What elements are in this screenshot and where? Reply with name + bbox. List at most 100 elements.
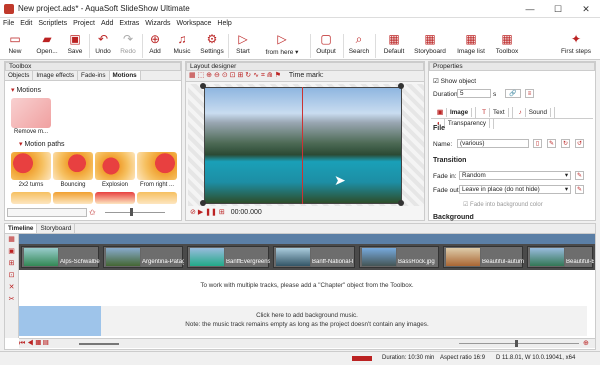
tab-motions[interactable]: Motions xyxy=(109,71,141,80)
undo-button[interactable]: ↶ Undo xyxy=(92,32,114,59)
zoom-in-icon[interactable]: ⊕ xyxy=(206,72,212,79)
section-motion-paths[interactable]: ▾ Motion paths xyxy=(19,140,65,148)
music-button[interactable]: ♫ Music xyxy=(170,32,194,59)
motion-path-tile[interactable] xyxy=(53,152,93,180)
tab-fade-ins[interactable]: Fade-ins xyxy=(78,71,110,80)
fade-out-select[interactable]: Leave in place (do not hide) ▾ xyxy=(459,185,571,194)
tab-sound[interactable]: ♪ Sound xyxy=(513,107,555,118)
duration-link-icon[interactable]: 🔗 xyxy=(505,89,521,98)
settings-button[interactable]: ⚙ Settings xyxy=(198,32,226,59)
fade-in-select[interactable]: Random ▾ xyxy=(459,171,571,180)
menu-wizards[interactable]: Wizards xyxy=(142,18,173,30)
section-motions[interactable]: ▾ Motions xyxy=(11,86,41,94)
motion-path-tile[interactable] xyxy=(53,192,93,204)
layout-storyboard-button[interactable]: ▦ Storyboard xyxy=(410,32,450,59)
show-object-checkbox[interactable]: ☑ xyxy=(433,78,441,85)
save-button[interactable]: ▣ Save xyxy=(64,32,86,59)
track-zoom-icon[interactable]: ⊡ xyxy=(5,270,18,282)
timeline-zoom-slider[interactable] xyxy=(459,343,579,344)
resize-handle[interactable] xyxy=(200,83,206,89)
layout-image-list-button[interactable]: ▦ Image list xyxy=(452,32,490,59)
zoom-page-icon[interactable]: ⊞ xyxy=(237,72,243,79)
motion-path-tile[interactable] xyxy=(11,152,51,180)
rotate-icon[interactable]: ↻ xyxy=(245,72,251,79)
new-button[interactable]: ▭ New xyxy=(4,32,26,59)
zoom-in-icon[interactable]: ⊕ xyxy=(583,339,589,348)
menu-scriptlets[interactable]: Scriptlets xyxy=(35,18,70,30)
select-icon[interactable]: ⬚ xyxy=(198,72,205,79)
fade-bg-checkbox[interactable]: ☑ Fade into background color xyxy=(463,201,543,208)
resize-handle[interactable] xyxy=(398,200,404,206)
grid-icon[interactable]: ▦ xyxy=(189,72,196,79)
start-button[interactable]: ▷ Start xyxy=(232,32,254,59)
open-button[interactable]: ▰ Open... xyxy=(34,32,60,59)
toolbox-search-input[interactable] xyxy=(7,208,87,217)
play-icon[interactable]: ▶ xyxy=(198,209,203,216)
list-view-icon[interactable]: ▤ xyxy=(43,340,49,347)
menu-workspace[interactable]: Workspace xyxy=(174,18,215,30)
timeline-clip[interactable]: BassRock.jpg xyxy=(359,246,439,268)
duration-input[interactable]: 5 xyxy=(457,89,491,98)
track-delete-icon[interactable]: ✕ xyxy=(5,282,18,294)
timeline-zoom-thumb[interactable] xyxy=(515,340,518,347)
minimize-button[interactable]: — xyxy=(516,0,544,18)
timeline-scrollbar[interactable] xyxy=(79,343,119,345)
motion-path-tile[interactable] xyxy=(95,152,135,180)
timeline-clip[interactable]: Beautiful-autum xyxy=(443,246,524,268)
from-here-button[interactable]: ▷ from here ▾ xyxy=(262,32,302,59)
motion-path-tile[interactable] xyxy=(137,192,177,204)
tab-timeline[interactable]: Timeline xyxy=(5,224,38,233)
timeline-clip[interactable]: Alps-Schwalben xyxy=(21,246,100,268)
search-button[interactable]: ⌕ Search xyxy=(347,32,371,59)
tab-objects[interactable]: Objects xyxy=(5,71,34,80)
resize-handle[interactable] xyxy=(200,200,206,206)
resize-handle[interactable] xyxy=(398,83,404,89)
motion-path-tile[interactable] xyxy=(137,152,177,180)
track-chapter-icon[interactable]: ⊞ xyxy=(5,258,18,270)
tab-text[interactable]: T Text xyxy=(476,107,513,118)
prev-icon[interactable]: ◀ xyxy=(27,340,33,347)
tab-image[interactable]: ▣ Image xyxy=(431,107,477,118)
grid-view-icon[interactable]: ▦ xyxy=(35,340,41,347)
edit-icon[interactable]: ✎ xyxy=(547,139,556,148)
close-button[interactable]: ✕ xyxy=(572,0,600,18)
music-hint[interactable]: Click here to add background music. xyxy=(19,312,595,319)
rotate-icon[interactable]: ↺ xyxy=(575,139,584,148)
menu-project[interactable]: Project xyxy=(70,18,98,30)
timeline-clip[interactable]: BanffEvergreens xyxy=(187,246,270,268)
first-steps-button[interactable]: ✦ First steps xyxy=(556,32,596,59)
menu-file[interactable]: File xyxy=(0,18,17,30)
zoom-out-icon[interactable]: ⊖ xyxy=(214,72,220,79)
pause-icon[interactable]: ❚❚ xyxy=(205,209,217,216)
crop-icon[interactable]: ⌗ xyxy=(261,72,265,79)
fade-in-edit-icon[interactable]: ✎ xyxy=(575,171,584,180)
timeline-clip[interactable]: Beautiful-B xyxy=(527,246,594,268)
motion-path-tile[interactable] xyxy=(11,192,51,204)
file-open-icon[interactable]: ▯ xyxy=(533,139,542,148)
maximize-button[interactable]: ☐ xyxy=(544,0,572,18)
layout-default-button[interactable]: ▦ Default xyxy=(379,32,409,59)
refresh-icon[interactable]: ↻ xyxy=(561,139,570,148)
fade-out-edit-icon[interactable]: ✎ xyxy=(575,185,584,194)
duration-options-icon[interactable]: ≡ xyxy=(525,89,534,98)
remove-motion-tile[interactable] xyxy=(11,98,51,128)
time-ruler[interactable] xyxy=(19,234,595,244)
menu-add[interactable]: Add xyxy=(98,18,116,30)
redo-button[interactable]: ↷ Redo xyxy=(117,32,139,59)
tab-image-effects[interactable]: Image effects xyxy=(33,71,79,80)
magnet-icon[interactable]: ⋒ xyxy=(267,72,273,79)
zoom-fit-icon[interactable]: ⊙ xyxy=(222,72,228,79)
name-input[interactable]: (various) xyxy=(457,139,529,148)
show-object-row[interactable]: ☑ Show object xyxy=(433,77,476,85)
preview-image[interactable] xyxy=(204,87,402,204)
flag-icon[interactable]: ⚑ xyxy=(275,72,281,79)
zoom-slider-thumb[interactable] xyxy=(130,208,133,216)
zoom-slider[interactable] xyxy=(105,212,165,213)
path-icon[interactable]: ∿ xyxy=(253,72,259,79)
layout-toolbox-button[interactable]: ▦ Toolbox xyxy=(492,32,522,59)
menu-edit[interactable]: Edit xyxy=(17,18,35,30)
track-image-icon[interactable]: ▣ xyxy=(5,246,18,258)
timeline-clip[interactable]: Argentina-Patag xyxy=(103,246,184,268)
track-cut-icon[interactable]: ✂ xyxy=(5,294,18,306)
stop-icon[interactable]: ⊘ xyxy=(190,209,196,216)
